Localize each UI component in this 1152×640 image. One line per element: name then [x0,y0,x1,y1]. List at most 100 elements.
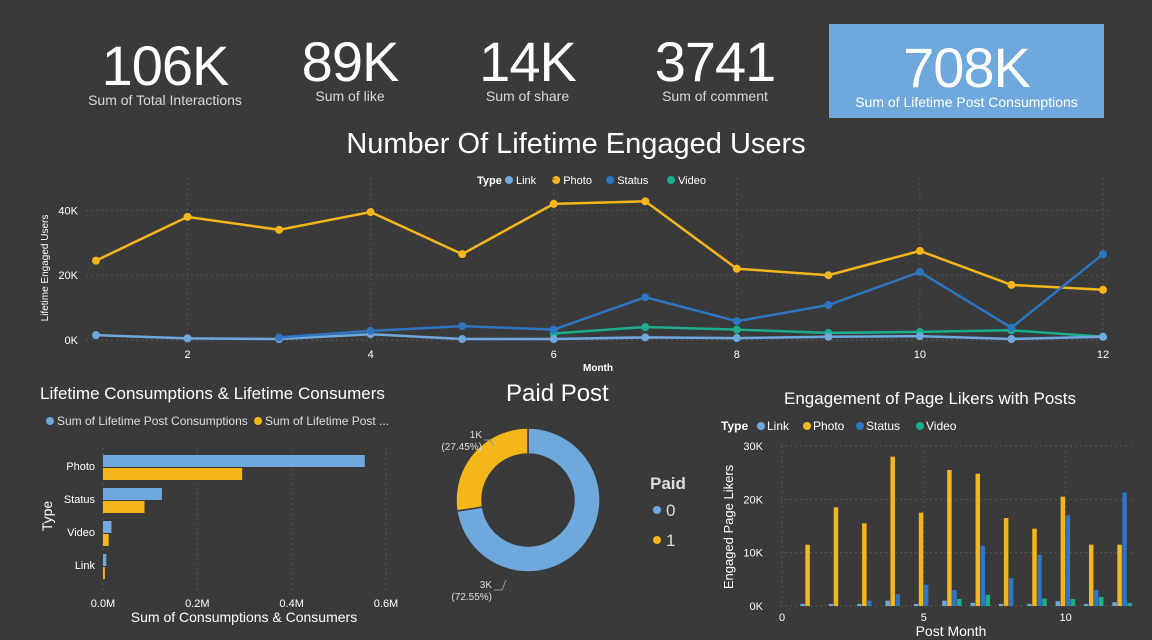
legend-marker-consumptions [46,417,54,425]
data-point-status [366,326,375,335]
column-bar-link [885,600,890,606]
column-bar-link [1027,603,1032,606]
y-axis-title: Type [39,501,55,532]
x-tick-label: 10 [914,349,926,361]
x-tick-label: 0.6M [374,598,398,610]
data-point-photo [915,246,924,255]
bar-consumers [103,501,145,513]
y-tick-label: 0K [65,335,79,347]
kpi-label: Sum of comment [662,88,768,104]
column-bar-photo [918,512,924,606]
bar-consumers [103,567,105,579]
category-label: Link [75,560,96,572]
legend-marker-consumers [254,417,262,425]
kpi-like[interactable]: 89K Sum of like [270,22,430,118]
column-bar-link [942,600,947,606]
y-tick-label: 20K [743,494,763,506]
y-tick-label: 0K [750,601,764,613]
kpi-label: Sum of Lifetime Post Consumptions [855,94,1078,110]
legend-label-1: 1 [666,531,675,550]
bar-consumptions [103,488,162,500]
column-bar-link [970,602,976,606]
data-point-link [458,335,467,344]
column-bar-status [923,584,929,606]
column-bar-status [1093,590,1099,606]
legend-marker-link [505,176,513,184]
column-bar-link [998,603,1004,606]
x-tick-label: 6 [551,349,557,361]
x-tick-label: 10 [1059,612,1071,624]
column-bar-link [1112,602,1117,606]
series-line-link [95,332,1104,341]
legend-marker-link [757,422,765,430]
legend-label-status: Status [866,419,900,433]
data-point-photo [183,212,192,221]
kpi-lifetime-post-consumptions[interactable]: 708K Sum of Lifetime Post Consumptions [829,24,1104,118]
legend-label-consumptions: Sum of Lifetime Post Consumptions [57,414,248,428]
x-tick-label: 4 [368,349,374,361]
data-point-photo [458,250,467,259]
data-point-link [824,332,833,341]
slice-label-pct: (27.45%) [441,442,482,453]
legend-label-status: Status [617,175,649,187]
line-chart[interactable]: Type Link Photo Status Video 0K 20K 40K 2 4 6 8 10 1… [0,168,1152,378]
column-bar-status [1037,554,1042,606]
y-tick-label: 40K [58,205,78,217]
bar-consumptions [103,455,365,467]
bar-chart[interactable]: Sum of Lifetime Post Consumptions Sum of … [0,408,410,640]
y-tick-label: 30K [743,441,763,453]
data-point-link [549,335,558,344]
legend-label-consumers: Sum of Lifetime Post ... [265,414,389,428]
kpi-total-interactions[interactable]: 106K Sum of Total Interactions [60,22,270,118]
column-bar-photo [805,544,810,606]
y-tick-label: 10K [743,548,763,560]
data-point-link [183,334,192,343]
data-point-status [915,267,924,276]
legend-title: Type [477,175,502,187]
bar-consumers [103,534,109,546]
kpi-value: 3741 [654,30,777,93]
data-point-photo [275,225,284,234]
kpi-label: Sum of share [485,88,570,104]
legend-label-0: 0 [666,501,675,520]
legend-label-link: Link [767,419,790,433]
data-point-status [732,317,741,326]
column-bar-video [1042,598,1047,606]
x-tick-label: 8 [734,349,740,361]
kpi-share[interactable]: 14K Sum of share [440,22,615,118]
legend-marker-1 [653,536,661,544]
legend-marker-video [916,422,924,430]
data-point-photo [549,199,558,208]
column-bar-video [1070,599,1076,606]
legend-marker-status [606,176,615,184]
column-bar-photo [1003,518,1009,606]
data-point-link [1099,332,1107,341]
legend-label-photo: Photo [813,419,845,433]
kpi-label: Sum of Total Interactions [88,92,242,108]
column-bar-photo [833,507,839,606]
kpi-comment[interactable]: 3741 Sum of comment [625,22,805,118]
column-chart[interactable]: Type Link Photo Status Video0K10K20K30K0 5 10P… [715,412,1152,640]
donut-chart[interactable]: 1K(27.45%) 3K(72.55%) Paid 0 1 [410,410,720,630]
column-bar-link [1083,603,1089,606]
column-bar-status [1122,492,1127,606]
data-point-photo [641,197,650,206]
legend-marker-0 [653,506,661,514]
data-point-status [458,322,467,331]
bar-consumptions [103,554,107,566]
series-line-status [279,253,1104,339]
column-bar-video [1127,602,1132,606]
column-bar-status [867,600,872,606]
series-line-photo [95,200,1104,292]
kpi-value: 708K [903,36,1031,99]
column-bar-link [1055,601,1061,606]
kpi-label: Sum of like [315,88,385,104]
column-bar-photo [862,523,867,606]
x-tick-label: 0 [779,612,785,624]
data-point-status [641,293,650,302]
donut-title: Paid Post [506,380,609,407]
column-bar-photo [1060,496,1066,606]
legend-marker-status [856,422,864,430]
category-label: Status [64,494,96,506]
column-chart-title: Engagement of Page Likers with Posts [784,389,1076,408]
